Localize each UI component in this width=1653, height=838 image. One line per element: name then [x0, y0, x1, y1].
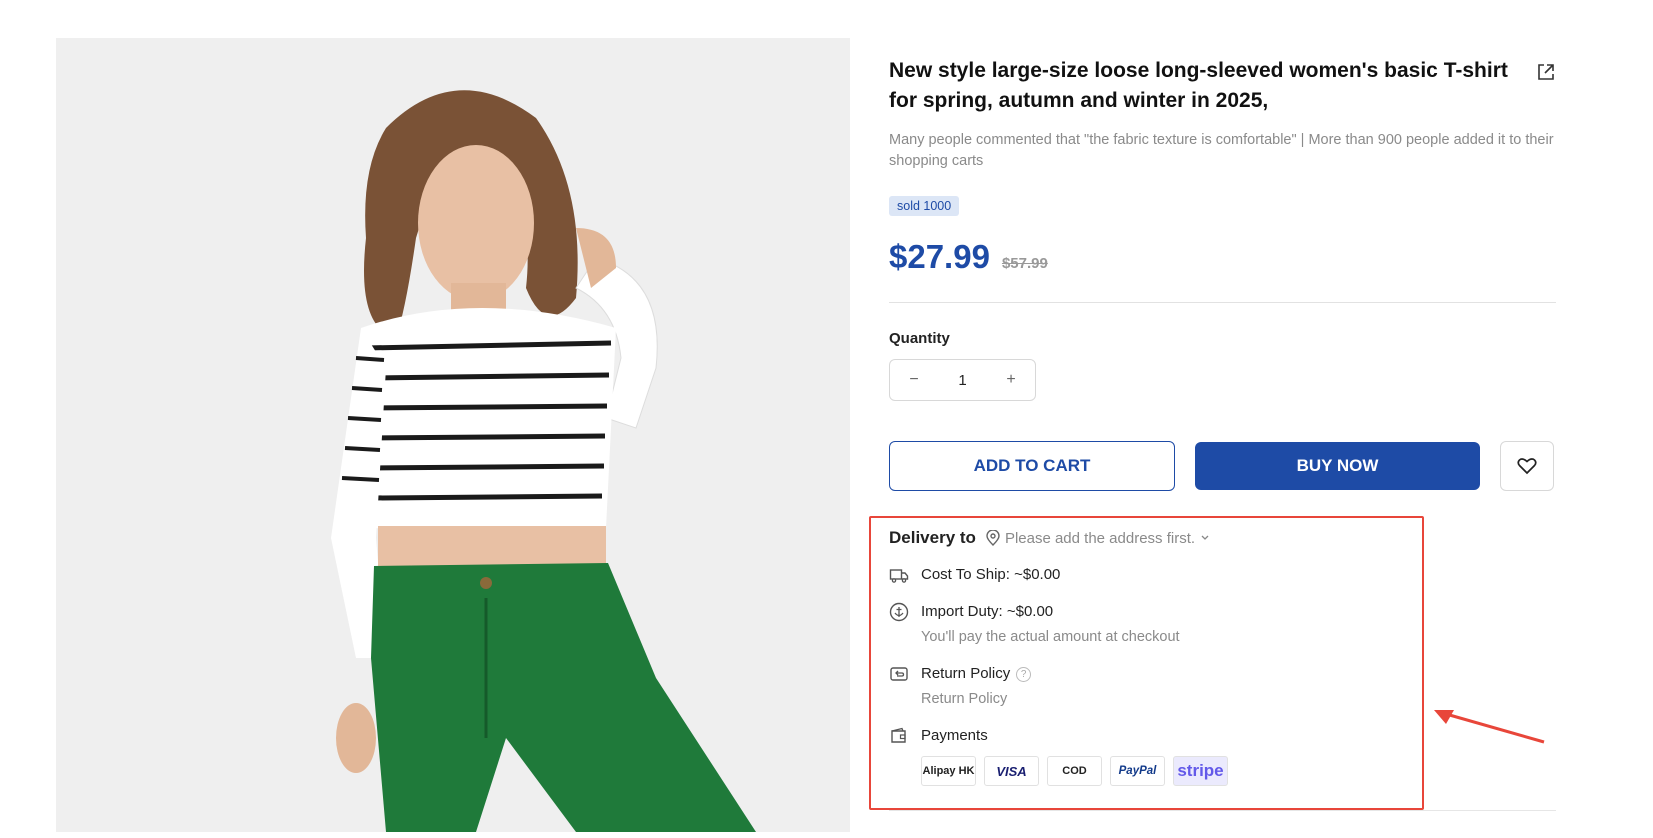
model-photo-illustration — [56, 38, 850, 832]
wishlist-button[interactable] — [1500, 441, 1554, 491]
return-policy-title-wrap: Return Policy? — [921, 664, 1032, 684]
import-duty: Import Duty: ~$0.00 — [921, 603, 1054, 620]
chevron-down-icon — [1201, 535, 1209, 540]
heart-icon — [1517, 458, 1537, 475]
address-placeholder: Please add the address first. — [1004, 529, 1196, 547]
decrease-button[interactable]: − — [904, 371, 924, 389]
visa-logo: VISA — [984, 756, 1039, 786]
shipping-cost: Cost To Ship: ~$0.00 — [921, 566, 1061, 583]
product-subtitle: Many people commented that "the fabric t… — [889, 132, 1554, 169]
cod-logo: COD — [1047, 756, 1102, 786]
sold-badge: sold 1000 — [889, 196, 960, 216]
price-row: $27.99 $57.99 — [889, 238, 1556, 276]
location-pin-icon — [986, 530, 1000, 546]
original-price: $57.99 — [1001, 255, 1048, 272]
title-row: New style large-size loose long-sleeved … — [889, 56, 1556, 116]
return-icon — [890, 667, 908, 681]
current-price: $27.99 — [889, 238, 990, 275]
truck-icon — [889, 569, 909, 583]
external-link-icon[interactable] — [1536, 62, 1556, 82]
product-title: New style large-size loose long-sleeved … — [889, 59, 1508, 112]
address-selector[interactable]: Please add the address first. — [986, 530, 1210, 547]
duty-row: Import Duty: ~$0.00 You'll pay the actua… — [889, 602, 1429, 647]
return-policy-title[interactable]: Return Policy — [921, 665, 1010, 682]
increase-button[interactable]: + — [1001, 371, 1021, 389]
payments-row: Payments — [889, 726, 1429, 746]
shipping-row: Cost To Ship: ~$0.00 — [889, 565, 1429, 585]
payment-methods: Alipay HK VISA COD PayPal stripe — [921, 756, 1429, 786]
product-image[interactable] — [56, 38, 850, 832]
anchor-icon — [889, 602, 909, 622]
annotation-arrow-icon — [1434, 710, 1545, 744]
delivery-title: Delivery to — [889, 528, 976, 547]
wallet-icon — [891, 727, 906, 743]
add-to-cart-button[interactable]: ADD TO CART — [889, 441, 1175, 491]
paypal-logo: PayPal — [1110, 756, 1165, 786]
quantity-value[interactable]: 1 — [958, 372, 966, 389]
stripe-logo: stripe — [1173, 756, 1228, 786]
delivery-header: Delivery to Please add the address first… — [889, 528, 1429, 548]
payments-title: Payments — [921, 727, 988, 744]
action-buttons: ADD TO CART BUY NOW — [889, 441, 1556, 491]
duty-note: You'll pay the actual amount at checkout — [921, 629, 1180, 645]
help-icon[interactable]: ? — [1016, 666, 1032, 682]
bottom-divider — [889, 810, 1556, 811]
return-policy-note: Return Policy — [921, 691, 1008, 707]
alipay-logo: Alipay HK — [921, 756, 976, 786]
buy-now-button[interactable]: BUY NOW — [1195, 442, 1480, 490]
quantity-stepper: − 1 + — [889, 359, 1036, 401]
quantity-label: Quantity — [889, 330, 950, 347]
return-row: Return Policy? Return Policy — [889, 664, 1429, 709]
product-info: New style large-size loose long-sleeved … — [889, 56, 1556, 491]
divider — [889, 302, 1556, 303]
delivery-section: Delivery to Please add the address first… — [889, 528, 1429, 786]
